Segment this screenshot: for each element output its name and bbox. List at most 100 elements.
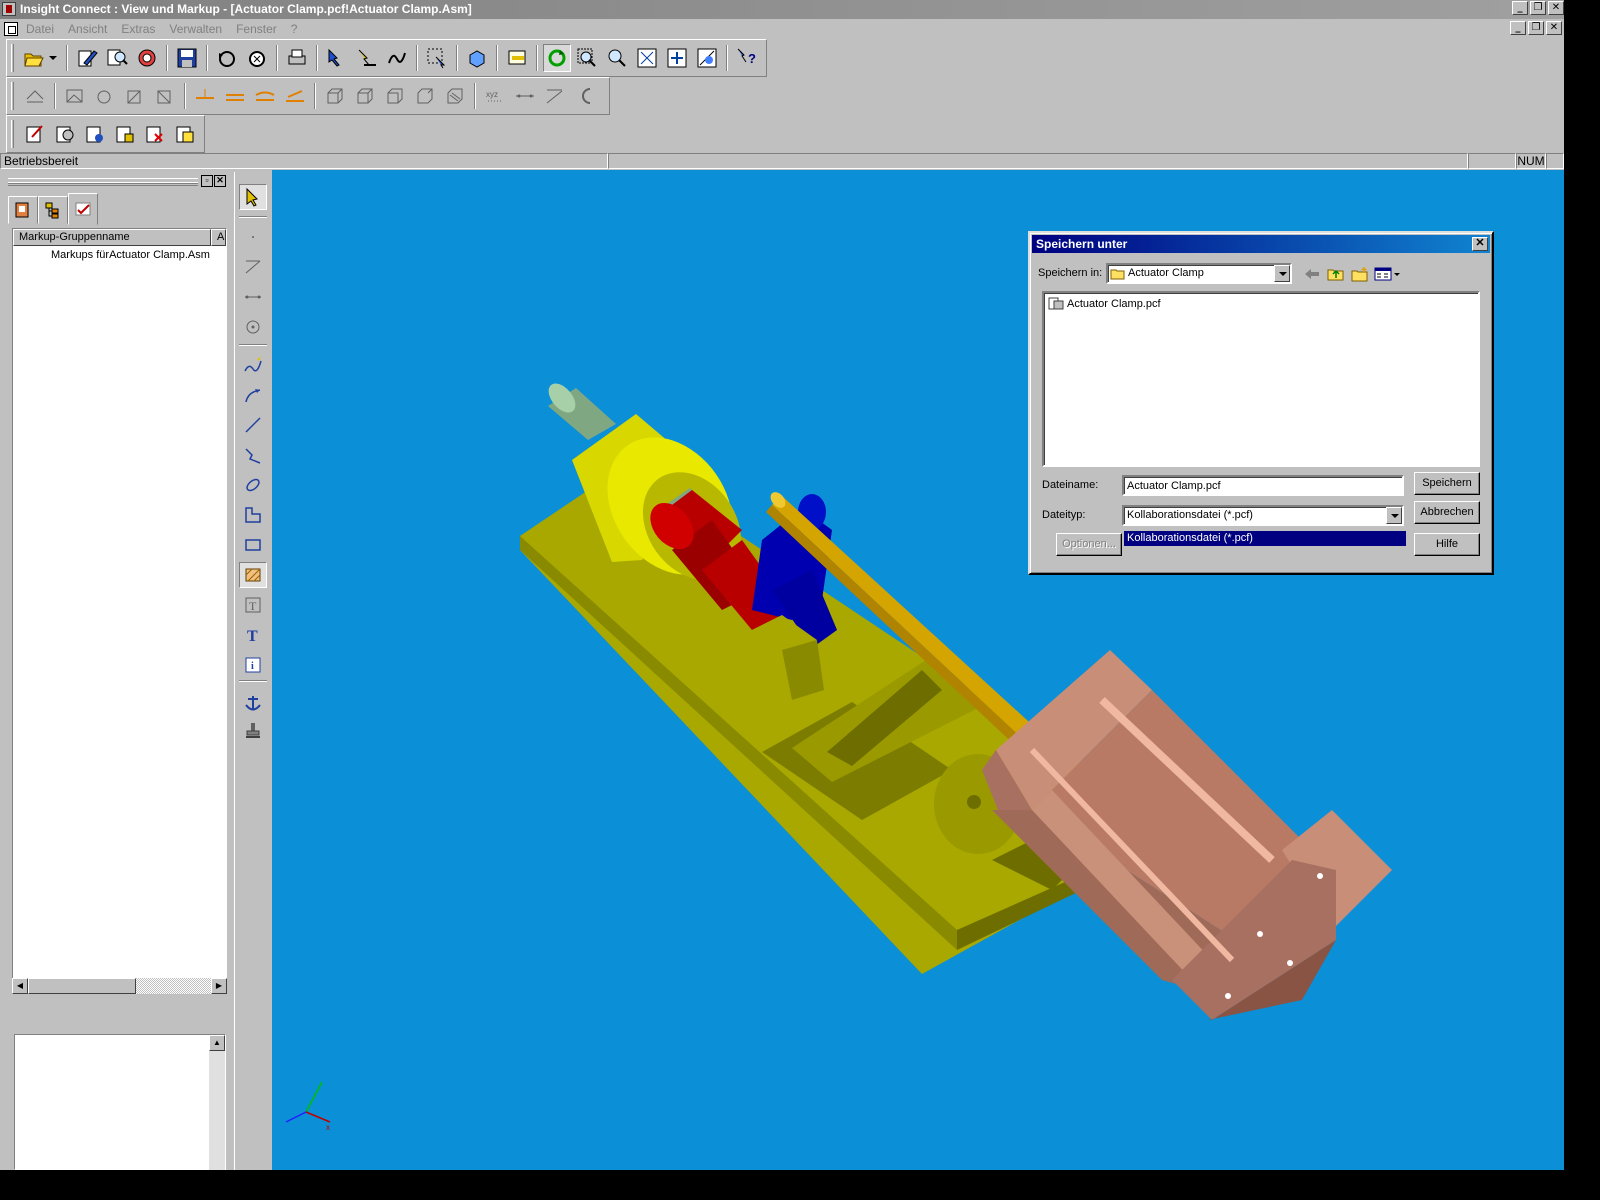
minimize-button[interactable]: _ <box>1512 1 1528 15</box>
doc-restore-button[interactable]: ❐ <box>1528 21 1544 35</box>
scroll-left-button[interactable]: ◀ <box>12 978 28 994</box>
view-menu-button[interactable] <box>1372 263 1402 285</box>
panel-float-button[interactable]: ▫ <box>201 175 213 187</box>
context-help-button[interactable]: ? <box>733 44 761 72</box>
polygon-tool[interactable] <box>239 502 267 528</box>
rotate-button[interactable] <box>543 44 571 72</box>
zoom-doc-button[interactable] <box>103 44 131 72</box>
box-1-button[interactable] <box>321 82 349 110</box>
collab-5-button[interactable] <box>141 120 169 148</box>
file-item[interactable]: Actuator Clamp.pcf <box>1048 297 1161 311</box>
scroll-up-button[interactable]: ▲ <box>209 1035 225 1051</box>
line-dim-tool[interactable] <box>239 254 267 280</box>
menu-verwalten[interactable]: Verwalten <box>169 22 222 36</box>
tab-markups[interactable] <box>68 193 98 225</box>
circle-tool[interactable] <box>239 314 267 340</box>
angle-button[interactable] <box>541 82 569 110</box>
menu-help[interactable]: ? <box>291 22 298 36</box>
dim-4-button[interactable] <box>281 82 309 110</box>
up-folder-button[interactable] <box>1324 263 1347 285</box>
list-item[interactable]: Markups fürActuator Clamp.Asm <box>13 246 226 264</box>
dim-1-button[interactable] <box>191 82 219 110</box>
network-button[interactable] <box>133 44 161 72</box>
arrow-select-tool[interactable] <box>239 184 267 210</box>
layers-button[interactable] <box>463 44 491 72</box>
markup-notes-area[interactable]: ▲ <box>14 1034 226 1170</box>
view-top-button[interactable] <box>21 82 49 110</box>
markup-edit-button[interactable] <box>353 44 381 72</box>
hatch-tool[interactable] <box>239 562 267 588</box>
fit-button[interactable] <box>633 44 661 72</box>
collab-1-button[interactable] <box>21 120 49 148</box>
options-button[interactable]: Optionen... <box>1056 533 1122 556</box>
view-side-button[interactable] <box>121 82 149 110</box>
redo-button[interactable] <box>243 44 271 72</box>
doc-close-button[interactable]: ✕ <box>1546 21 1562 35</box>
box-4-button[interactable] <box>411 82 439 110</box>
freehand-tool[interactable] <box>239 352 267 378</box>
filename-input[interactable] <box>1122 475 1404 496</box>
anchor-tool[interactable] <box>239 690 267 716</box>
rectangle-tool[interactable] <box>239 532 267 558</box>
ellipse-tool[interactable] <box>239 472 267 498</box>
properties-button[interactable] <box>503 44 531 72</box>
arc-button[interactable] <box>571 82 599 110</box>
xyz-button[interactable]: xyz <box>481 82 509 110</box>
edit-button[interactable] <box>73 44 101 72</box>
print-button[interactable] <box>283 44 311 72</box>
save-in-dropdown-button[interactable] <box>1274 265 1290 282</box>
close-button[interactable]: ✕ <box>1548 1 1564 15</box>
save-in-combo[interactable]: Actuator Clamp <box>1106 263 1292 284</box>
save-button[interactable] <box>173 44 201 72</box>
dim-2-button[interactable] <box>221 82 249 110</box>
restore-button[interactable]: ❐ <box>1530 1 1546 15</box>
dialog-close-button[interactable]: ✕ <box>1472 237 1488 251</box>
distance-tool[interactable] <box>239 284 267 310</box>
undo-button[interactable] <box>213 44 241 72</box>
collab-2-button[interactable] <box>51 120 79 148</box>
stamp-tool[interactable] <box>239 718 267 744</box>
new-folder-button[interactable] <box>1348 263 1371 285</box>
view-front-button[interactable] <box>61 82 89 110</box>
box-3-button[interactable] <box>381 82 409 110</box>
menu-datei[interactable]: Datei <box>26 22 54 36</box>
tab-structure[interactable] <box>38 196 68 224</box>
collab-4-button[interactable] <box>111 120 139 148</box>
info-tool[interactable]: i <box>239 652 267 678</box>
cancel-dialog-button[interactable]: Abbrechen <box>1414 501 1480 524</box>
dim-3-button[interactable] <box>251 82 279 110</box>
text-box-tool[interactable]: T <box>239 592 267 618</box>
file-list[interactable]: Actuator Clamp.pcf <box>1042 291 1480 467</box>
zoom-window-button[interactable] <box>573 44 601 72</box>
column-header-group-name[interactable]: Markup-Gruppenname <box>13 229 211 246</box>
doc-minimize-button[interactable]: _ <box>1510 21 1526 35</box>
distance-button[interactable] <box>511 82 539 110</box>
filetype-option-selected[interactable]: Kollaborationsdatei (*.pcf) <box>1124 531 1406 546</box>
view-circle-button[interactable] <box>91 82 119 110</box>
perspective-button[interactable] <box>693 44 721 72</box>
back-button[interactable] <box>1300 263 1323 285</box>
document-menu-icon[interactable] <box>4 21 18 36</box>
panel-close-button[interactable]: ✕ <box>214 175 226 187</box>
markup-button[interactable] <box>323 44 351 72</box>
view-iso-button[interactable] <box>151 82 179 110</box>
menu-extras[interactable]: Extras <box>121 22 155 36</box>
markup-line-button[interactable] <box>383 44 411 72</box>
zoom-in-button[interactable] <box>603 44 631 72</box>
menu-fenster[interactable]: Fenster <box>236 22 277 36</box>
open-button[interactable] <box>21 44 61 72</box>
collab-6-button[interactable] <box>171 120 199 148</box>
box-5-button[interactable] <box>441 82 469 110</box>
column-header-a[interactable]: A <box>211 229 226 246</box>
line-tool[interactable] <box>239 412 267 438</box>
arrow-line-tool[interactable] <box>239 382 267 408</box>
tab-documents[interactable] <box>8 196 38 224</box>
save-dialog-button[interactable]: Speichern <box>1414 472 1480 495</box>
select-area-button[interactable] <box>423 44 451 72</box>
filetype-dropdown-button[interactable] <box>1386 507 1402 524</box>
collab-3-button[interactable] <box>81 120 109 148</box>
menu-ansicht[interactable]: Ansicht <box>68 22 107 36</box>
markup-group-list[interactable]: Markup-Gruppenname A Markups fürActuator… <box>12 228 227 990</box>
pan-button[interactable] <box>663 44 691 72</box>
polyline-tool[interactable] <box>239 442 267 468</box>
